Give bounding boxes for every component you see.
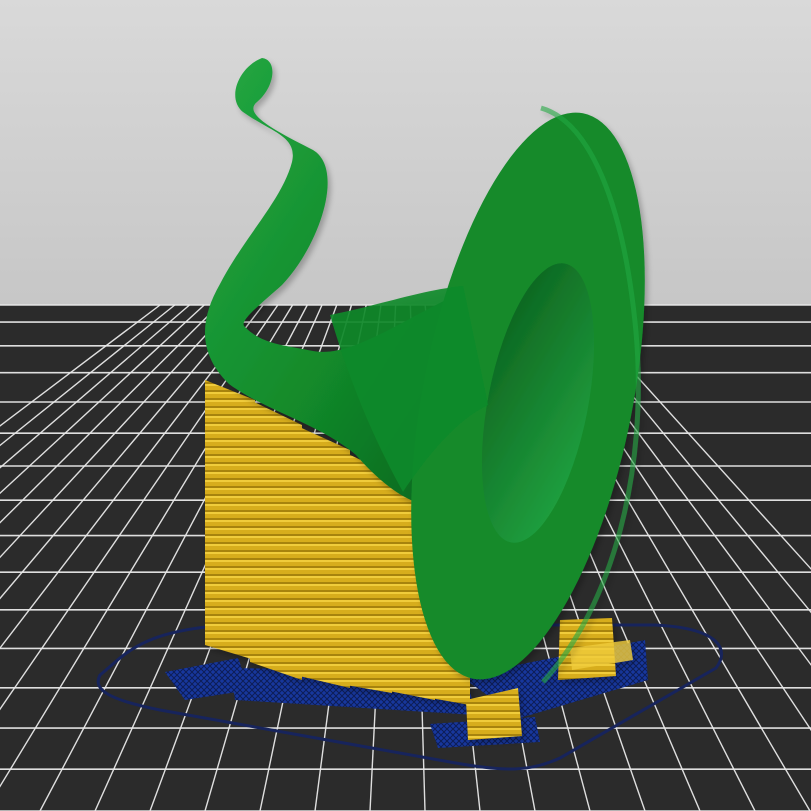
print-preview-scene[interactable] — [0, 0, 811, 811]
3d-viewport[interactable] — [0, 0, 811, 811]
support-column-1 — [250, 400, 302, 680]
support-main-block — [205, 380, 255, 660]
